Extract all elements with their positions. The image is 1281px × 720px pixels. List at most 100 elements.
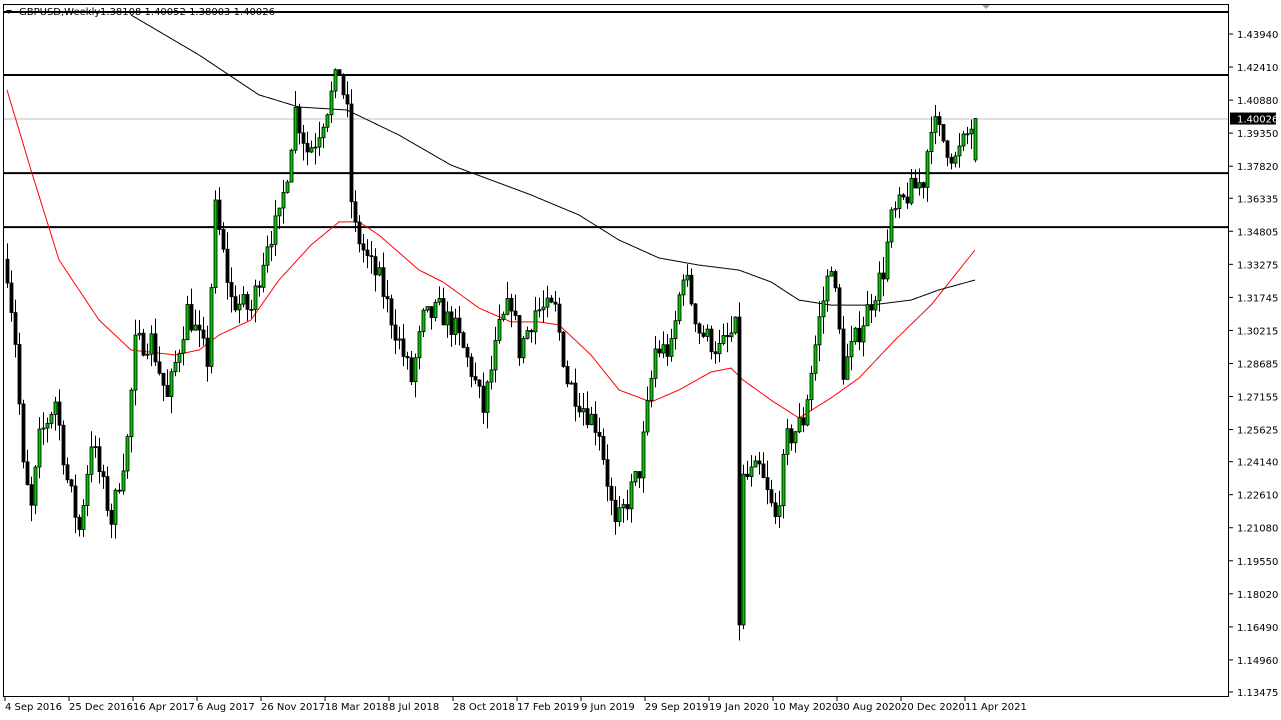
candle-body-bull xyxy=(721,335,726,344)
candle-body-bull xyxy=(81,505,86,530)
candle-body-bear xyxy=(97,446,102,472)
candle-body-bull xyxy=(181,339,186,354)
candle-body-bear xyxy=(941,124,946,142)
candle-body-bull xyxy=(317,137,322,148)
candle-body-bull xyxy=(213,199,218,289)
candle-body-bull xyxy=(425,306,430,311)
candle-body-bull xyxy=(265,246,270,266)
candle-body-bull xyxy=(537,309,542,312)
candle xyxy=(805,394,810,427)
candle-body-bear xyxy=(25,461,30,486)
candle-body-bear xyxy=(221,228,226,250)
candle-body-bear xyxy=(161,372,166,386)
candle-body-bull xyxy=(969,128,974,135)
candle-body-bull xyxy=(645,400,650,433)
candle-body-bull xyxy=(929,131,934,153)
candle-body-bull xyxy=(797,417,802,433)
time-tick-label: 4 Sep 2016 xyxy=(5,702,62,713)
time-tick-label: 11 Apr 2021 xyxy=(965,702,1027,713)
candle-body-bear xyxy=(577,405,582,413)
price-tick-label: 1.40880 xyxy=(1237,96,1278,107)
candle-body-bull xyxy=(829,271,834,277)
candle xyxy=(213,190,218,294)
candle-body-bull xyxy=(873,300,878,311)
price-tick-label: 1.30215 xyxy=(1237,326,1278,337)
candle-body-bull xyxy=(505,297,510,315)
candle-body-bull xyxy=(277,207,282,217)
candle-body-bull xyxy=(173,361,178,373)
price-tick-label: 1.34805 xyxy=(1237,227,1278,238)
candle-body-bear xyxy=(77,516,82,530)
candle xyxy=(837,283,842,334)
candle-body-bear xyxy=(157,361,162,374)
candle-body-bull xyxy=(525,330,530,339)
candle-body-bull xyxy=(885,241,890,280)
candle-body-bear xyxy=(697,323,702,334)
candle-body-bear xyxy=(385,296,390,300)
time-tick-label: 19 Jan 2020 xyxy=(709,702,769,713)
candle-body-bull xyxy=(413,357,418,383)
candle-body-bear xyxy=(585,408,590,426)
candle-body-bull xyxy=(253,285,258,310)
candle-body-bull xyxy=(125,436,130,472)
candle-body-bear xyxy=(229,282,234,298)
candle-body-bull xyxy=(649,377,654,401)
candle-body-bear xyxy=(381,267,386,297)
candle-body-bear xyxy=(553,301,558,305)
candle-body-bull xyxy=(729,332,734,338)
candle-body-bull xyxy=(417,331,422,359)
price-tick-label: 1.43940 xyxy=(1237,30,1278,41)
candle-body-bear xyxy=(13,312,18,345)
price-axis[interactable]: 1.43940 1.42410 1.40880 1.39350 1.37820 1.363… xyxy=(1228,30,1278,699)
candle-body-bear xyxy=(101,471,106,478)
candle-body-bull xyxy=(877,272,882,302)
candle xyxy=(973,117,978,163)
candle-body-bull xyxy=(629,481,634,510)
candle-body-bear xyxy=(573,382,578,407)
candle-body-bull xyxy=(521,338,526,359)
candle-body-bear xyxy=(341,74,346,96)
candle-body-bear xyxy=(469,356,474,377)
time-tick-label: 6 Aug 2017 xyxy=(197,702,255,713)
candle-body-bear xyxy=(57,401,62,426)
candle-body-bull xyxy=(897,194,902,209)
candle-body-bull xyxy=(445,311,450,326)
candle-body-bull xyxy=(821,300,826,318)
candle-body-bull xyxy=(89,446,94,475)
time-tick-label: 10 May 2020 xyxy=(773,702,838,713)
candle-body-bear xyxy=(761,463,766,478)
candle-body-bull xyxy=(925,151,930,188)
candle-body-bear xyxy=(61,424,66,466)
candle-body-bull xyxy=(909,177,914,204)
candle-body-bull xyxy=(681,279,686,296)
candle-body-bear xyxy=(665,344,670,357)
candle-body-bear xyxy=(245,294,250,310)
candle-body-bull xyxy=(285,181,290,193)
candle-body-bull xyxy=(377,267,382,276)
time-tick-label: 9 Jun 2019 xyxy=(581,702,635,713)
candle-body-bear xyxy=(725,335,730,338)
candle xyxy=(337,69,342,76)
candle-body-bull xyxy=(145,353,150,356)
candle-body-bear xyxy=(17,344,22,405)
candle-body-bull xyxy=(485,381,490,413)
candle xyxy=(289,148,294,183)
candle-body-bear xyxy=(233,296,238,311)
candle-body-bear xyxy=(9,282,14,313)
candle-body-bull xyxy=(49,414,54,424)
candle-body-bear xyxy=(561,331,566,367)
time-tick-label: 29 Sep 2019 xyxy=(645,702,708,713)
candle-body-bull xyxy=(781,453,786,507)
price-chart[interactable]: 1.43940 1.42410 1.40880 1.39350 1.37820 1.363… xyxy=(0,0,1281,720)
candle-body-bull xyxy=(321,126,326,139)
candle-body-bull xyxy=(53,401,58,415)
candle-body-bull xyxy=(973,118,978,161)
candle xyxy=(349,89,354,219)
candle-body-bull xyxy=(437,298,442,303)
price-tick-label: 1.27155 xyxy=(1237,393,1278,404)
candle-body-bull xyxy=(169,371,174,397)
candle-body-bull xyxy=(185,304,190,341)
candle-body-bull xyxy=(273,215,278,245)
candle-body-bull xyxy=(209,287,214,367)
candle-body-bull xyxy=(37,428,42,468)
